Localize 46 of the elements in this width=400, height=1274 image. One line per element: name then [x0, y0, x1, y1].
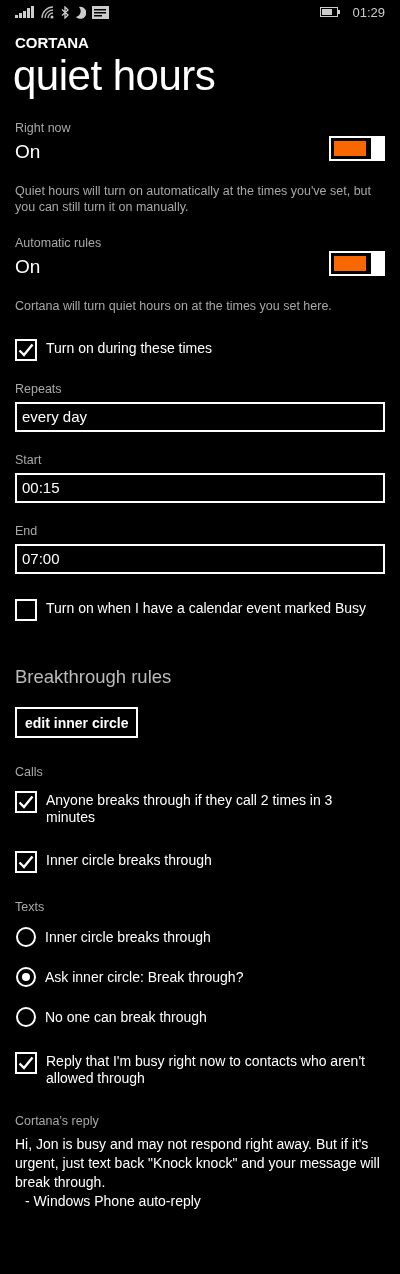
app-name: CORTANA [15, 34, 90, 52]
checkbox[interactable] [15, 791, 37, 813]
battery-icon [320, 7, 341, 17]
checkbox-label: Inner circle breaks through [46, 852, 212, 869]
group-label: Calls [15, 764, 44, 780]
message-icon [92, 5, 109, 19]
checkbox-label: Turn on during these times [46, 340, 212, 357]
checkbox-label: Reply that I'm busy right now to contacts who aren't allowed through [46, 1053, 366, 1087]
page-title: quiet hours [13, 52, 217, 100]
moon-icon [75, 5, 86, 19]
setting-label: Right now [15, 120, 72, 136]
radio-label: Ask inner circle: Break through? [45, 968, 244, 986]
bluetooth-icon [61, 5, 69, 19]
description-text: Quiet hours will turn on automatically at the times you've set, but you can still turn it on manually. [15, 183, 373, 215]
checkbox[interactable] [15, 1052, 37, 1074]
checkbox-label: Anyone breaks through if they call 2 times in 3 minutes [46, 792, 334, 826]
reply-signature: - Windows Phone auto-reply [24, 1192, 202, 1211]
checkbox[interactable] [15, 851, 37, 873]
input-field[interactable]: 00:15 [15, 473, 385, 503]
toggle-switch[interactable] [329, 251, 385, 276]
group-label: Texts [15, 899, 46, 915]
wifi-icon [41, 5, 55, 19]
field-label: End [15, 523, 39, 539]
reply-message: Hi, Jon is busy and may not respond right away. But if it's urgent, just text back "Knock knock" and your message will break through. [15, 1135, 381, 1192]
checkbox-label: Turn on when I have a calendar event marked Busy [46, 600, 367, 617]
description-text: Cortana will turn quiet hours on at the times you set here. [15, 298, 333, 314]
radio-label: No one can break through [45, 1008, 207, 1026]
radio-button[interactable] [16, 927, 36, 947]
signal-icon [15, 6, 35, 18]
checkbox[interactable] [15, 339, 37, 361]
radio-label: Inner circle breaks through [45, 928, 211, 946]
clock-time: 01:29 [352, 4, 385, 20]
group-label: Cortana's reply [15, 1113, 100, 1129]
toggle-switch[interactable] [329, 136, 385, 161]
radio-button[interactable] [16, 967, 36, 987]
edit-button[interactable]: edit inner circle [15, 707, 139, 738]
field-label: Start [15, 452, 43, 468]
input-field[interactable]: every day [15, 402, 385, 432]
setting-value: On [15, 140, 42, 164]
input-field[interactable]: 07:00 [15, 544, 385, 574]
setting-label: Automatic rules [15, 235, 103, 251]
setting-value: On [15, 255, 42, 279]
field-label: Repeats [15, 381, 63, 397]
checkbox[interactable] [15, 599, 37, 621]
radio-button[interactable] [16, 1007, 36, 1027]
section-heading: Breakthrough rules [15, 665, 173, 689]
